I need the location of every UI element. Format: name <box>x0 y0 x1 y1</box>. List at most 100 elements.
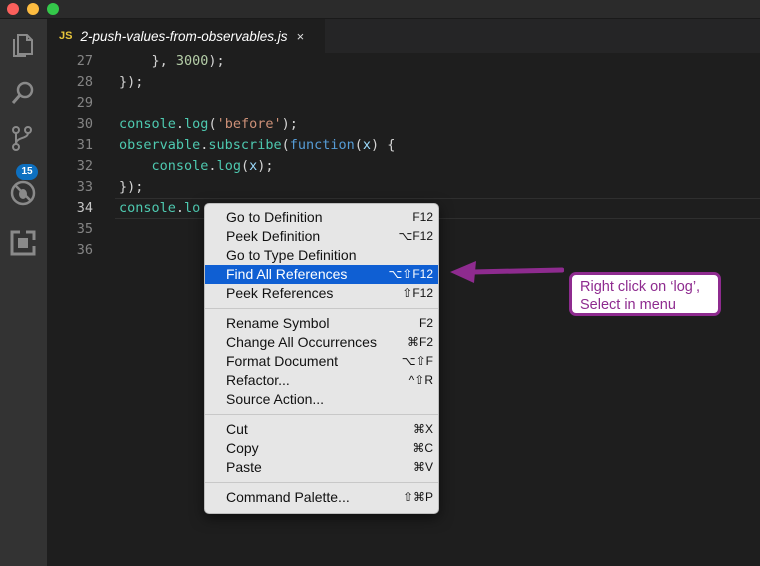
zoom-window-button[interactable] <box>47 3 59 15</box>
menu-item-command-palette[interactable]: Command Palette... ⇧⌘P <box>205 488 438 507</box>
line-code: }); <box>119 72 143 93</box>
line-number: 28 <box>76 74 93 90</box>
menu-item-label: Source Action... <box>226 391 325 407</box>
menu-item-shortcut: ⌥⇧F12 <box>388 267 433 281</box>
line-code: }, 3000); <box>119 51 225 72</box>
code-line[interactable]: 31 observable.subscribe(function(x) { <box>47 135 760 156</box>
code-token: observable <box>119 137 201 153</box>
code-token: }); <box>119 74 144 90</box>
code-line[interactable]: 30 console.log('before'); <box>47 114 760 135</box>
code-token: console <box>151 158 209 174</box>
menu-item-shortcut: ⌘X <box>412 422 433 436</box>
code-line[interactable]: 28}); <box>47 72 760 93</box>
line-number: 29 <box>76 95 93 111</box>
line-number: 27 <box>76 53 93 69</box>
tab-title: 2-push-values-from-observables.js <box>80 28 288 44</box>
window-titlebar <box>0 0 760 19</box>
files-icon[interactable] <box>9 31 37 59</box>
menu-item-find-all-references[interactable]: Find All References ⌥⇧F12 <box>205 265 438 284</box>
code-token: . <box>175 116 185 132</box>
source-control-badge: 15 <box>16 164 38 180</box>
menu-item-label: Peek Definition <box>226 228 321 244</box>
line-number: 31 <box>76 137 93 153</box>
code-token: subscribe <box>208 137 282 153</box>
callout-line-2: Select in menu <box>580 297 676 313</box>
menu-item-shortcut: F2 <box>418 316 433 330</box>
menu-item-go-to-type-definition[interactable]: Go to Type Definition <box>205 246 438 265</box>
code-token: log <box>216 158 241 174</box>
menu-item-shortcut: ⌥⇧F <box>401 354 433 368</box>
menu-item-label: Go to Definition <box>226 209 323 225</box>
code-token: ); <box>281 116 298 132</box>
line-number: 34 <box>76 200 93 216</box>
line-code: }); <box>119 177 143 198</box>
context-menu: Go to Definition F12 Peek Definition ⌥F12 Go… <box>204 203 439 514</box>
menu-item-label: Peek References <box>226 285 334 301</box>
code-line[interactable]: 29 <box>47 93 760 114</box>
menu-item-change-all-occurrences[interactable]: Change All Occurrences ⌘F2 <box>205 333 438 352</box>
menu-item-peek-references[interactable]: Peek References ⇧F12 <box>205 284 438 303</box>
code-token: 3000 <box>175 53 209 69</box>
menu-separator <box>205 308 438 309</box>
code-line[interactable]: 27 }, 3000); <box>47 51 760 72</box>
search-icon[interactable] <box>9 79 37 107</box>
line-number: 30 <box>76 116 93 132</box>
menu-item-copy[interactable]: Copy ⌘C <box>205 439 438 458</box>
code-token: . <box>208 158 217 174</box>
menu-item-format-document[interactable]: Format Document ⌥⇧F <box>205 352 438 371</box>
line-number: 32 <box>76 158 93 174</box>
code-token: log <box>184 116 209 132</box>
activity-bar: 15 <box>0 19 47 566</box>
menu-item-label: Format Document <box>226 353 339 369</box>
close-window-button[interactable] <box>7 3 19 15</box>
menu-item-refactor[interactable]: Refactor... ^⇧R <box>205 371 438 390</box>
menu-item-label: Copy <box>226 440 259 456</box>
code-token: 'before' <box>216 116 282 132</box>
line-code: console.lo <box>119 198 200 219</box>
code-line[interactable]: 32 console.log(x); <box>47 156 760 177</box>
menu-item-shortcut: ⌘V <box>412 460 433 474</box>
editor-tab-bar: JS 2-push-values-from-observables.js × <box>47 19 760 53</box>
menu-separator <box>205 414 438 415</box>
callout-line-1: Right click on ‘log’, <box>580 279 701 295</box>
menu-item-shortcut: ⌘C <box>412 441 433 455</box>
js-file-icon: JS <box>59 30 73 42</box>
arrow-annotation-icon <box>450 261 564 283</box>
code-token: ( <box>281 137 290 153</box>
minimize-window-button[interactable] <box>27 3 39 15</box>
line-code: console.log(x); <box>119 156 274 177</box>
menu-item-label: Refactor... <box>226 372 290 388</box>
code-token: lo <box>184 200 201 216</box>
line-code: observable.subscribe(function(x) { <box>119 135 395 156</box>
code-line[interactable]: 33}); <box>47 177 760 198</box>
code-token: ); <box>208 53 225 69</box>
debug-icon[interactable] <box>9 179 37 207</box>
menu-item-shortcut: ⇧⌘P <box>402 490 433 504</box>
line-number: 33 <box>76 179 93 195</box>
code-token: . <box>175 200 185 216</box>
code-token: console <box>119 200 176 216</box>
code-token: ) { <box>371 137 396 153</box>
menu-separator <box>205 482 438 483</box>
code-token: function <box>289 137 355 153</box>
menu-item-shortcut: ⌘F2 <box>406 335 433 349</box>
menu-item-label: Change All Occurrences <box>226 334 377 350</box>
menu-item-shortcut: F12 <box>412 210 433 224</box>
menu-item-cut[interactable]: Cut ⌘X <box>205 420 438 439</box>
tab-file[interactable]: JS 2-push-values-from-observables.js × <box>47 19 325 53</box>
source-control-icon[interactable] <box>9 125 37 153</box>
menu-item-shortcut: ⇧F12 <box>402 286 433 300</box>
menu-item-paste[interactable]: Paste ⌘V <box>205 458 438 477</box>
menu-item-shortcut: ⌥F12 <box>398 229 433 243</box>
code-token: ); <box>257 158 274 174</box>
menu-item-source-action[interactable]: Source Action... <box>205 390 438 409</box>
menu-item-label: Find All References <box>226 266 348 282</box>
menu-item-peek-definition[interactable]: Peek Definition ⌥F12 <box>205 227 438 246</box>
code-token: }); <box>119 179 144 195</box>
close-icon[interactable]: × <box>297 29 305 44</box>
code-token: }, <box>119 53 176 69</box>
extensions-icon[interactable] <box>9 229 37 257</box>
menu-item-rename-symbol[interactable]: Rename Symbol F2 <box>205 314 438 333</box>
menu-item-go-to-definition[interactable]: Go to Definition F12 <box>205 208 438 227</box>
